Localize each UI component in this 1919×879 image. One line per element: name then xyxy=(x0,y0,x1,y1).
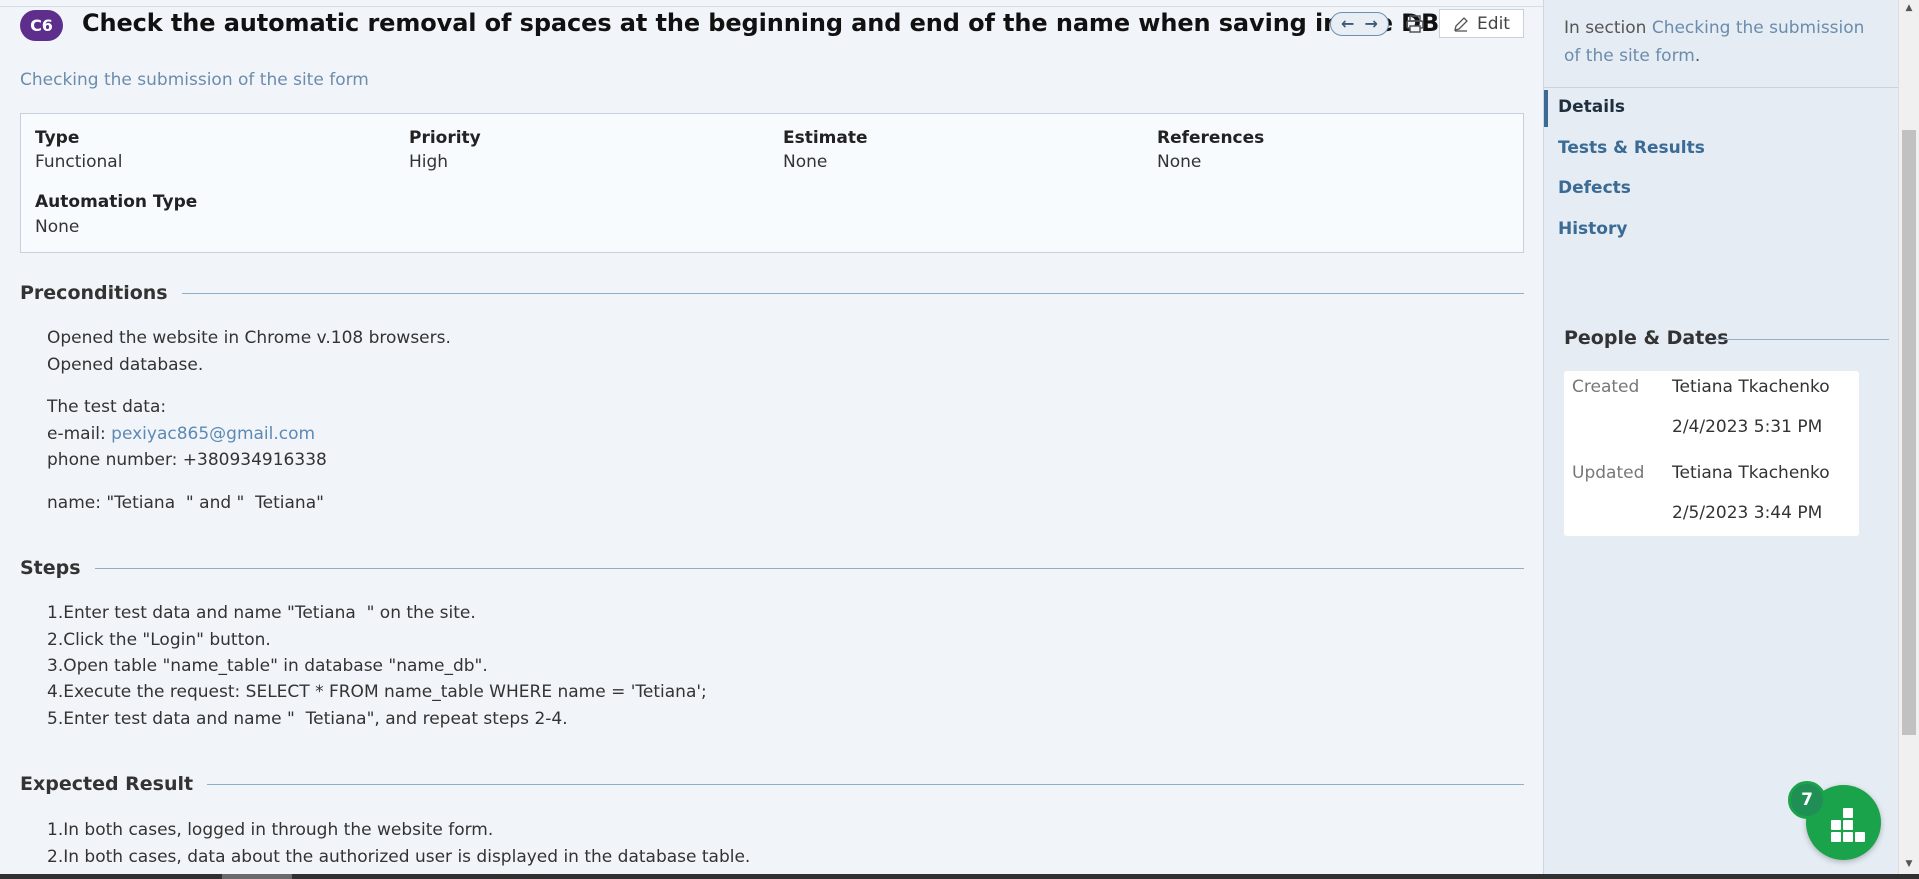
people-dates-card: Created Tetiana Tkachenko 2/4/2023 5:31 … xyxy=(1564,371,1859,536)
horizontal-scroll-thumb[interactable] xyxy=(222,874,292,879)
type-value: Functional xyxy=(35,152,123,172)
precondition-line: The test data: xyxy=(47,397,167,417)
estimate-value: None xyxy=(783,152,828,172)
preconditions-divider xyxy=(156,293,1524,294)
email-line: e-mail: pexiyac865@gmail.com xyxy=(47,424,315,444)
automation-type-value: None xyxy=(35,217,80,237)
tab-tests-results[interactable]: Tests & Results xyxy=(1558,138,1705,158)
page-title: Check the automatic removal of spaces at… xyxy=(82,9,1449,37)
header-divider xyxy=(0,6,1543,7)
created-by: Tetiana Tkachenko xyxy=(1672,377,1830,397)
precondition-line: Opened database. xyxy=(47,355,204,375)
automation-type-label: Automation Type xyxy=(35,192,198,212)
updated-date: 2/5/2023 3:44 PM xyxy=(1672,503,1823,523)
expected-item: 1.In both cases, logged in through the w… xyxy=(47,820,494,840)
section-link[interactable]: Checking the submission of the site form xyxy=(20,70,369,90)
created-label: Created xyxy=(1572,377,1640,397)
scroll-down-icon[interactable]: ▼ xyxy=(1899,856,1919,872)
priority-value: High xyxy=(409,152,449,172)
expected-heading: Expected Result xyxy=(20,773,208,795)
step-item: 5.Enter test data and name " Tetiana", a… xyxy=(47,709,568,729)
priority-label: Priority xyxy=(409,128,481,148)
edit-label: Edit xyxy=(1477,13,1510,34)
steps-divider xyxy=(84,568,1524,569)
precondition-line: Opened the website in Chrome v.108 brows… xyxy=(47,328,451,348)
case-fields: Type Functional Priority High Estimate N… xyxy=(20,113,1524,253)
created-date: 2/4/2023 5:31 PM xyxy=(1672,417,1823,437)
in-section-info: In section Checking the submission of th… xyxy=(1564,14,1884,70)
people-dates-divider xyxy=(1715,339,1889,340)
pencil-icon xyxy=(1454,16,1468,32)
active-tab-indicator xyxy=(1544,90,1548,127)
email-link[interactable]: pexiyac865@gmail.com xyxy=(111,424,315,444)
preconditions-heading: Preconditions xyxy=(20,282,182,304)
step-item: 2.Click the "Login" button. xyxy=(47,630,271,650)
edit-button[interactable]: Edit xyxy=(1439,9,1524,38)
in-section-prefix: In section xyxy=(1564,18,1652,38)
right-sidebar: In section Checking the submission of th… xyxy=(1543,0,1899,874)
step-item: 4.Execute the request: SELECT * FROM nam… xyxy=(47,682,707,702)
updated-by: Tetiana Tkachenko xyxy=(1672,463,1830,483)
step-item: 1.Enter test data and name "Tetiana " on… xyxy=(47,603,476,623)
email-prefix: e-mail: xyxy=(47,424,112,444)
steps-heading: Steps xyxy=(20,557,95,579)
references-value: None xyxy=(1157,152,1202,172)
expected-divider xyxy=(180,784,1524,785)
vertical-scrollbar[interactable]: ▲ ▼ xyxy=(1898,0,1919,874)
name-line: name: "Tetiana " and " Tetiana" xyxy=(47,493,324,513)
tab-defects[interactable]: Defects xyxy=(1558,178,1631,198)
notification-badge[interactable]: 7 xyxy=(1788,781,1826,819)
updated-label: Updated xyxy=(1572,463,1645,483)
case-id-badge: C6 xyxy=(20,10,63,41)
step-item: 3.Open table "name_table" in database "n… xyxy=(47,656,488,676)
sidebar-divider xyxy=(1544,87,1899,88)
scroll-thumb[interactable] xyxy=(1902,130,1916,735)
tab-details[interactable]: Details xyxy=(1558,97,1625,117)
expected-item: 2.In both cases, data about the authoriz… xyxy=(47,847,751,867)
printer-icon xyxy=(1406,15,1424,33)
tab-history[interactable]: History xyxy=(1558,219,1627,239)
phone-line: phone number: +380934916338 xyxy=(47,450,327,470)
estimate-label: Estimate xyxy=(783,128,868,148)
references-label: References xyxy=(1157,128,1265,148)
scroll-up-icon[interactable]: ▲ xyxy=(1899,0,1919,16)
type-label: Type xyxy=(35,128,80,148)
main-content: C6 Check the automatic removal of spaces… xyxy=(0,0,1543,874)
print-button[interactable] xyxy=(1401,11,1429,37)
arrow-left-icon[interactable]: ← xyxy=(1341,16,1354,32)
case-navigation: ← → xyxy=(1330,12,1389,36)
arrow-right-icon[interactable]: → xyxy=(1365,16,1378,32)
in-section-suffix: . xyxy=(1694,46,1701,66)
people-dates-heading: People & Dates xyxy=(1564,327,1729,349)
